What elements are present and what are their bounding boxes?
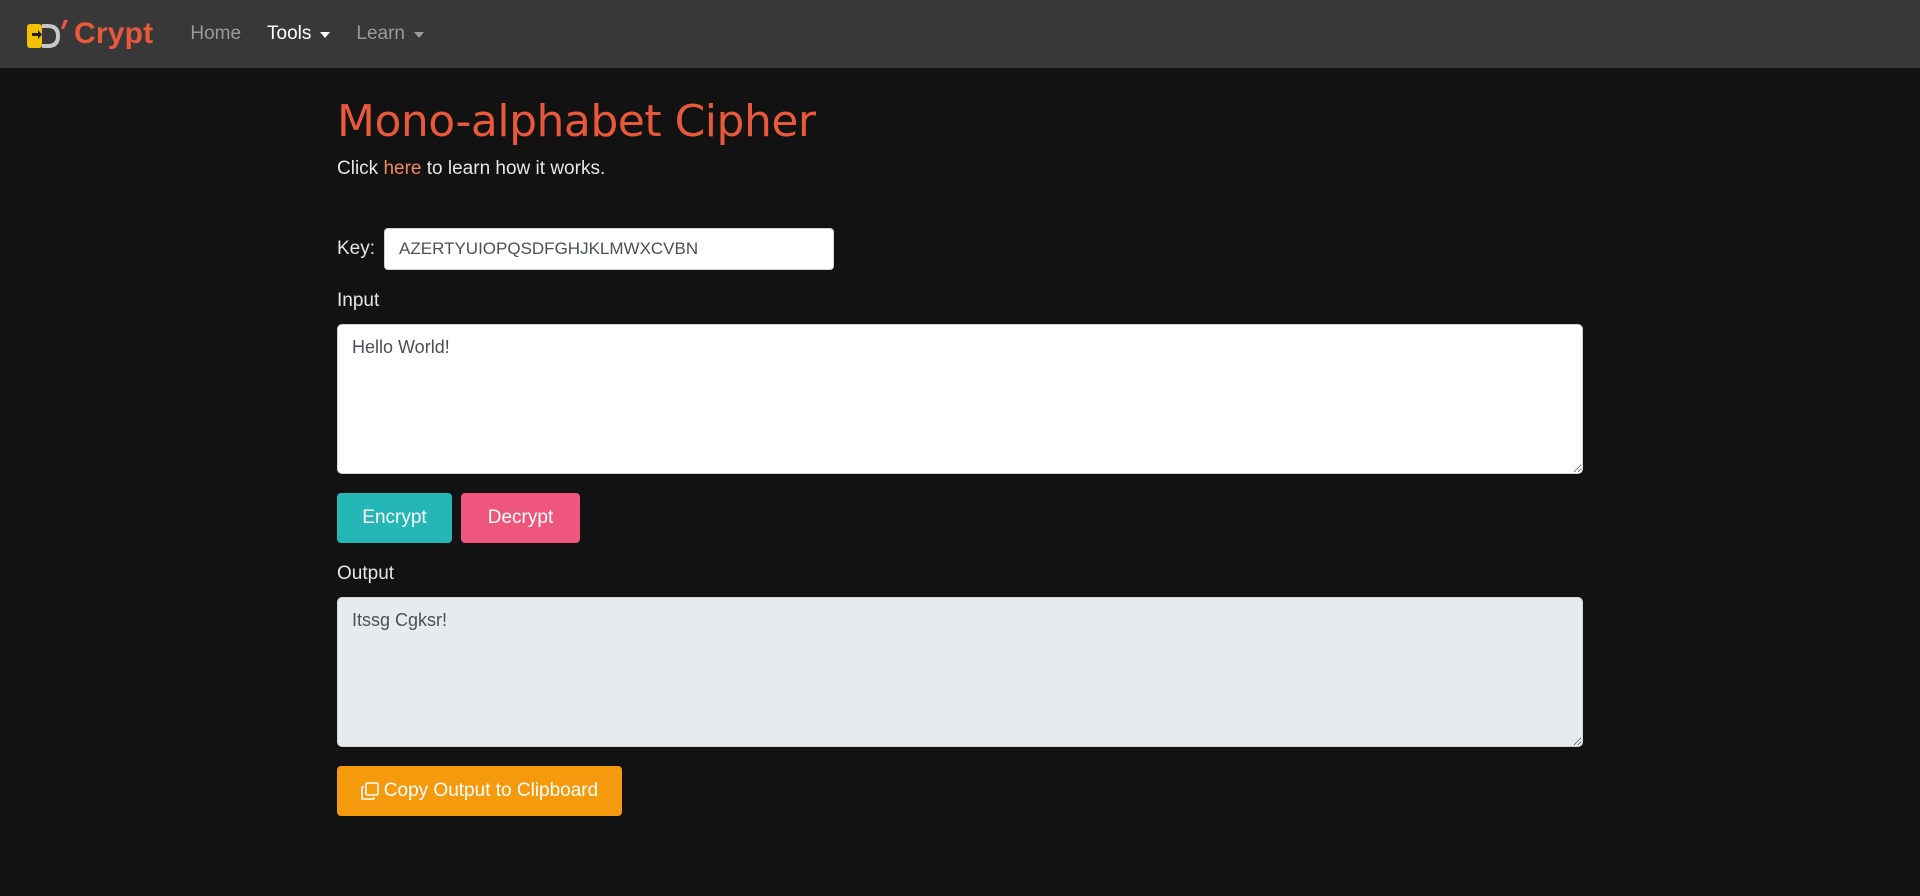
- copy-icon: [360, 782, 379, 800]
- output-textarea[interactable]: Itssg Cgksr!: [337, 597, 1583, 747]
- nav-home-label: Home: [190, 23, 242, 44]
- input-textarea[interactable]: Hello World!: [337, 324, 1583, 474]
- key-label: Key:: [337, 238, 376, 259]
- brand-text: Crypt: [74, 17, 154, 50]
- key-row: Key:: [337, 228, 1583, 270]
- lead-prefix: Click: [337, 158, 384, 179]
- key-input[interactable]: [384, 228, 835, 270]
- lead-suffix: to learn how it works.: [421, 158, 606, 179]
- copy-output-button[interactable]: Copy Output to Clipboard: [337, 766, 622, 816]
- action-buttons: Encrypt Decrypt: [337, 493, 1583, 543]
- nav-learn-label: Learn: [356, 23, 405, 44]
- nav-tools-label: Tools: [267, 23, 312, 44]
- copy-output-label: Copy Output to Clipboard: [383, 780, 599, 801]
- navbar: Crypt Home Tools Learn: [0, 0, 1920, 68]
- brand-logo[interactable]: Crypt: [26, 17, 153, 51]
- nav-tools-dropdown[interactable]: Tools: [267, 23, 331, 45]
- main-content: Mono-alphabet Cipher Click here to learn…: [337, 68, 1583, 816]
- nav-learn-dropdown[interactable]: Learn: [356, 23, 424, 45]
- output-label: Output: [337, 563, 395, 584]
- caret-down-icon: [414, 32, 424, 38]
- caret-down-icon: [320, 32, 331, 38]
- decrypt-button[interactable]: Decrypt: [461, 493, 580, 543]
- page-title: Mono-alphabet Cipher: [337, 96, 816, 147]
- input-label: Input: [337, 290, 380, 311]
- logo-icon: [27, 20, 68, 48]
- learn-link[interactable]: here: [383, 158, 421, 179]
- lead-text: Click here to learn how it works.: [337, 158, 1583, 180]
- nav-home[interactable]: Home: [190, 23, 241, 45]
- encrypt-button[interactable]: Encrypt: [337, 493, 452, 543]
